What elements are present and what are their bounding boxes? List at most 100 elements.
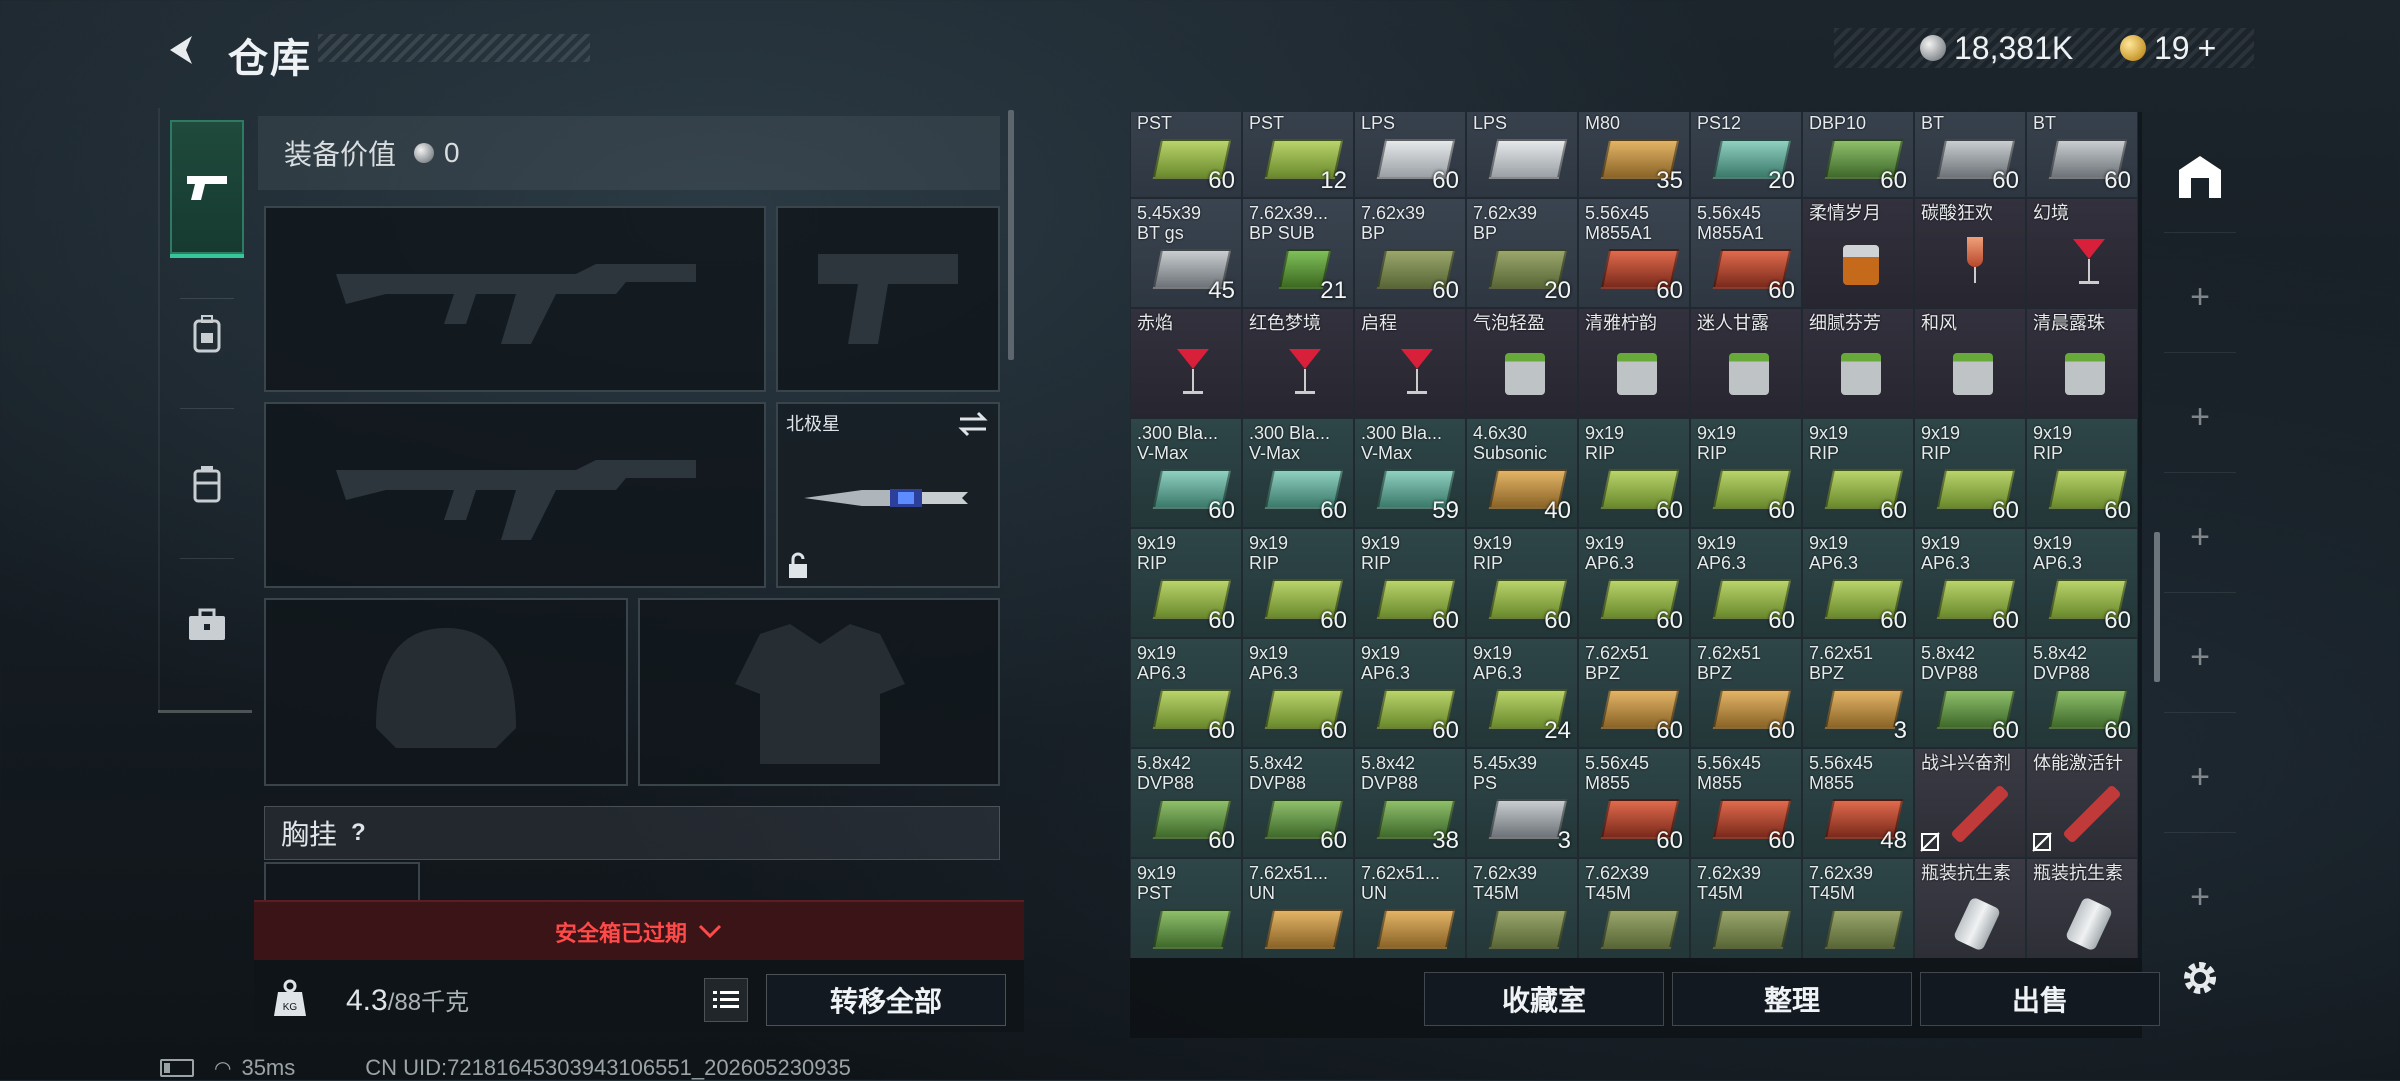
warehouse-item[interactable]: 5.56x45 M855 48 [1802, 748, 1914, 858]
warehouse-item[interactable]: 9x19 RIP 60 [1578, 418, 1690, 528]
warehouse-item[interactable]: 9x19 RIP 60 [1242, 528, 1354, 638]
warehouse-item[interactable]: 9x19 RIP 60 [1802, 418, 1914, 528]
back-button[interactable] [156, 24, 208, 76]
warehouse-item[interactable]: 9x19 AP6.3 60 [1690, 528, 1802, 638]
secondary-weapon-slot[interactable] [264, 402, 766, 588]
warehouse-item[interactable]: 9x19 RIP 60 [1354, 528, 1466, 638]
warehouse-item[interactable]: 清晨露珠 [2026, 308, 2138, 418]
collection-room-button[interactable]: 收藏室 [1424, 972, 1664, 1026]
add-warehouse-tab[interactable]: + [2164, 362, 2236, 473]
add-warehouse-tab[interactable]: + [2164, 602, 2236, 713]
gear-icon[interactable] [2178, 956, 2222, 1000]
warehouse-item[interactable]: 7.62x39 T45M [1466, 858, 1578, 958]
warehouse-item[interactable]: 5.8x42 DVP88 60 [1130, 748, 1242, 858]
warehouse-item[interactable]: 7.62x51 BPZ 60 [1690, 638, 1802, 748]
warehouse-item[interactable]: 瓶装抗生素 [1914, 858, 2026, 958]
warehouse-scrollbar[interactable] [2154, 532, 2160, 682]
warehouse-item[interactable]: 5.8x42 DVP88 38 [1354, 748, 1466, 858]
warehouse-item[interactable]: 细腻芬芳 [1802, 308, 1914, 418]
warehouse-item[interactable]: 迷人甘露 [1690, 308, 1802, 418]
melee-slot[interactable]: 北极星 [776, 402, 1000, 588]
warehouse-item[interactable]: 7.62x39 T45M [1578, 858, 1690, 958]
organize-button[interactable]: 整理 [1672, 972, 1912, 1026]
warehouse-item[interactable]: 5.56x45 M855 60 [1578, 748, 1690, 858]
list-view-button[interactable] [704, 978, 748, 1022]
warehouse-item[interactable]: 5.45x39 BT 60 [1914, 112, 2026, 198]
warehouse-item[interactable]: 5.45x39 BT 60 [2026, 112, 2138, 198]
primary-weapon-slot[interactable] [264, 206, 766, 392]
warehouse-item[interactable]: 5.56x45 M855A1 60 [1578, 198, 1690, 308]
warehouse-item[interactable]: 7.62x51 M80 35 [1578, 112, 1690, 198]
warehouse-item[interactable]: 9x19 RIP 60 [2026, 418, 2138, 528]
warehouse-item[interactable]: 7.62x39 BP 60 [1354, 198, 1466, 308]
warehouse-item[interactable]: 红色梦境 [1242, 308, 1354, 418]
gold-currency[interactable]: 19 + [2120, 28, 2216, 68]
warehouse-item[interactable]: 9x19 RIP 60 [1130, 528, 1242, 638]
warehouse-item[interactable]: 清雅柠韵 [1578, 308, 1690, 418]
warehouse-item[interactable]: 5.45x39 BT gs 45 [1130, 198, 1242, 308]
warehouse-item[interactable]: 9x19 PST 12 [1242, 112, 1354, 198]
add-warehouse-tab[interactable]: + [2164, 242, 2236, 353]
warehouse-item[interactable]: 4.6x30 Subsonic 40 [1466, 418, 1578, 528]
warehouse-item[interactable]: 7.62x39 BP 20 [1466, 198, 1578, 308]
warehouse-item[interactable]: 7.62x39 T45M [1690, 858, 1802, 958]
add-warehouse-tab[interactable]: + [2164, 722, 2236, 833]
warehouse-item[interactable]: 战斗兴奋剂 [1914, 748, 2026, 858]
tab-toolbox[interactable] [170, 558, 244, 692]
warehouse-item[interactable]: 9x19 AP6.3 60 [1578, 528, 1690, 638]
tab-backpack[interactable] [170, 268, 244, 402]
warehouse-item[interactable]: 9x19 AP6.3 24 [1466, 638, 1578, 748]
warehouse-item[interactable]: 7.62x51... UN [1354, 858, 1466, 958]
warehouse-item[interactable]: 9x19 RIP 60 [1914, 418, 2026, 528]
warehouse-item[interactable]: 幻境 [2026, 198, 2138, 308]
warehouse-item[interactable]: .300 Bla... V-Max 60 [1130, 418, 1242, 528]
equipment-scrollbar[interactable] [1008, 110, 1014, 360]
warehouse-item[interactable]: 7.62x54R LPS 60 [1354, 112, 1466, 198]
warehouse-item[interactable]: 12.7x55 PS12 20 [1690, 112, 1802, 198]
warehouse-item[interactable]: .300 Bla... V-Max 59 [1354, 418, 1466, 528]
warehouse-item[interactable]: 气泡轻盈 [1466, 308, 1578, 418]
tab-vest[interactable] [170, 418, 244, 552]
safe-box-expired-banner[interactable]: 安全箱已过期 [254, 900, 1024, 962]
warehouse-item[interactable]: 7.62x51... UN [1242, 858, 1354, 958]
gold-add-button[interactable]: + [2198, 30, 2217, 67]
warehouse-item[interactable]: 赤焰 [1130, 308, 1242, 418]
warehouse-item[interactable]: 5.8x42 DBP10 60 [1802, 112, 1914, 198]
warehouse-item[interactable]: 7.62x51 BPZ 3 [1802, 638, 1914, 748]
warehouse-item[interactable]: 5.56x45 M855 60 [1690, 748, 1802, 858]
warehouse-item[interactable]: 7.62x39... BP SUB 21 [1242, 198, 1354, 308]
warehouse-item[interactable]: 9x19 AP6.3 60 [1354, 638, 1466, 748]
warehouse-item[interactable]: 碳酸狂欢 [1914, 198, 2026, 308]
warehouse-item[interactable]: 启程 [1354, 308, 1466, 418]
warehouse-item[interactable]: 9x19 AP6.3 60 [1802, 528, 1914, 638]
warehouse-item[interactable]: 9x19 AP6.3 60 [1130, 638, 1242, 748]
warehouse-item[interactable]: 7.62x54R LPS [1466, 112, 1578, 198]
warehouse-grid[interactable]: 9x19 PST609x19 PST127.62x54R LPS607.62x5… [1130, 112, 2142, 958]
warehouse-item[interactable]: .300 Bla... V-Max 60 [1242, 418, 1354, 528]
transfer-all-button[interactable]: 转移全部 [766, 974, 1006, 1026]
warehouse-item[interactable]: 7.62x39 T45M [1802, 858, 1914, 958]
warehouse-item[interactable]: 9x19 PST [1130, 858, 1242, 958]
chest-rig-help-button[interactable]: ? [351, 819, 366, 847]
sidearm-slot[interactable] [776, 206, 1000, 392]
warehouse-item[interactable]: 体能激活针 [2026, 748, 2138, 858]
tab-weapons[interactable] [170, 120, 244, 258]
warehouse-item[interactable]: 和风 [1914, 308, 2026, 418]
warehouse-item[interactable]: 柔情岁月 [1802, 198, 1914, 308]
warehouse-item[interactable]: 9x19 PST 60 [1130, 112, 1242, 198]
warehouse-item[interactable]: 9x19 AP6.3 60 [1242, 638, 1354, 748]
warehouse-item[interactable]: 瓶装抗生素 [2026, 858, 2138, 958]
helmet-slot[interactable] [264, 598, 628, 786]
warehouse-item[interactable]: 5.8x42 DVP88 60 [1914, 638, 2026, 748]
warehouse-item[interactable]: 9x19 AP6.3 60 [2026, 528, 2138, 638]
armor-slot[interactable] [638, 598, 1000, 786]
warehouse-item[interactable]: 5.56x45 M855A1 60 [1690, 198, 1802, 308]
sell-button[interactable]: 出售 [1920, 972, 2160, 1026]
chest-rig-slot[interactable] [264, 862, 420, 902]
swap-icon[interactable] [958, 410, 988, 438]
add-warehouse-tab[interactable]: + [2164, 482, 2236, 593]
add-warehouse-tab[interactable]: + [2164, 842, 2236, 952]
warehouse-tab-main[interactable] [2164, 122, 2236, 233]
warehouse-item[interactable]: 5.8x42 DVP88 60 [1242, 748, 1354, 858]
warehouse-item[interactable]: 9x19 AP6.3 60 [1914, 528, 2026, 638]
